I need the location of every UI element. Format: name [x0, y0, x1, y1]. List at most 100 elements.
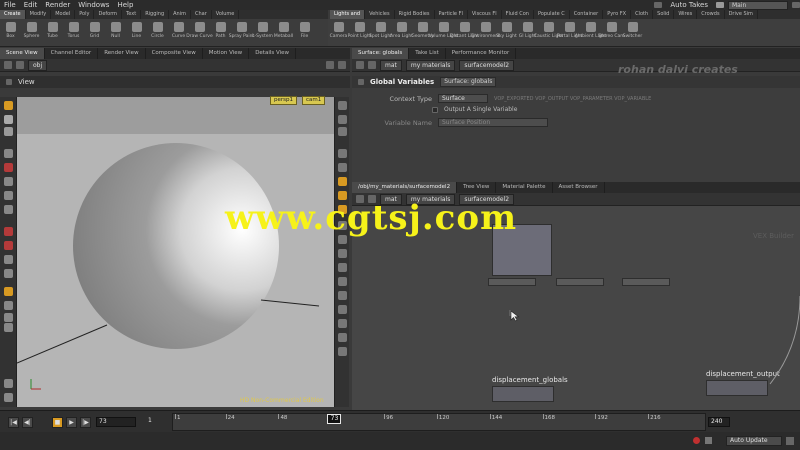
variable-name-select[interactable]: Surface Position	[438, 118, 548, 127]
tab-performance-monitor[interactable]: Performance Monitor	[446, 48, 517, 59]
tab-motion-view[interactable]: Motion View	[203, 48, 250, 59]
right-tool-icon[interactable]	[338, 163, 347, 172]
tab-tree-view[interactable]: Tree View	[457, 182, 497, 193]
node-placeholder-c[interactable]	[622, 278, 670, 286]
desktop-arrow-icon[interactable]	[792, 2, 800, 8]
path-segment-1[interactable]: my materials	[405, 59, 456, 71]
desktop-select[interactable]: Main	[728, 0, 788, 10]
tab-take-list[interactable]: Take List	[409, 48, 446, 59]
path-segment-0[interactable]: mat	[380, 59, 402, 71]
forward-icon[interactable]	[16, 61, 24, 69]
next-frame-button[interactable]: |▶	[80, 417, 91, 428]
sphere-geometry[interactable]	[73, 143, 279, 349]
tab-solid[interactable]: Solid	[653, 10, 675, 19]
tab-model[interactable]: Model	[51, 10, 76, 19]
tool-point-light[interactable]: Point Light	[348, 19, 371, 39]
tab-composite-view[interactable]: Composite View	[146, 48, 203, 59]
left-tool-icon[interactable]	[4, 163, 13, 172]
tab-details-view[interactable]: Details View	[249, 48, 297, 59]
left-tool-icon[interactable]	[4, 127, 13, 136]
right-tool-icon[interactable]	[338, 305, 347, 314]
tool-tube[interactable]: Tube	[42, 19, 63, 39]
menu-render[interactable]: Render	[41, 1, 74, 9]
tab-asset-browser[interactable]: Asset Browser	[553, 182, 605, 193]
menu-help[interactable]: Help	[113, 1, 137, 9]
tab-drive-sim[interactable]: Drive Sim	[725, 10, 758, 19]
left-tool-icon[interactable]	[4, 301, 13, 310]
output-single-checkbox[interactable]	[432, 106, 438, 113]
tab-particle-fl[interactable]: Particle Fl	[435, 10, 468, 19]
takes-icon[interactable]	[716, 2, 724, 8]
tool-metaball[interactable]: Metaball	[273, 19, 294, 39]
right-tool-icon[interactable]	[338, 249, 347, 258]
tab-populate-c[interactable]: Populate C	[534, 10, 570, 19]
start-frame-field[interactable]: 1	[146, 417, 168, 427]
tab-lights-and[interactable]: Lights and	[330, 10, 366, 19]
left-tool-icon[interactable]	[4, 205, 13, 214]
node-displacement-globals[interactable]: displacement_globals	[492, 376, 568, 402]
timeline-ruler[interactable]: 1 24 48 96 120 144 168 192 216 73	[172, 413, 706, 431]
right-tool-icon[interactable]	[338, 101, 347, 110]
left-tool-icon[interactable]	[4, 241, 13, 250]
left-tool-icon[interactable]	[4, 227, 13, 236]
tool-null[interactable]: Null	[105, 19, 126, 39]
path-segment-2[interactable]: surfacemodel2	[459, 59, 515, 71]
auto-takes-checkbox[interactable]	[654, 2, 663, 8]
tab-obj-my-materials-surfacemodel2[interactable]: /obj/my_materials/surfacemodel2	[352, 182, 458, 193]
right-tool-icon[interactable]	[338, 127, 347, 136]
pane-options-icon[interactable]	[338, 61, 346, 69]
back-icon[interactable]	[4, 61, 12, 69]
right-tool-icon[interactable]	[338, 149, 347, 158]
tab-deform[interactable]: Deform	[94, 10, 123, 19]
node-placeholder-b[interactable]	[556, 278, 604, 286]
tool-environment[interactable]: Environment	[471, 19, 500, 39]
pin-icon[interactable]	[326, 61, 334, 69]
menu-windows[interactable]: Windows	[74, 1, 113, 9]
tool-camera[interactable]: Camera	[328, 19, 349, 39]
left-tool-icon[interactable]	[4, 101, 13, 110]
tab-fluid-con[interactable]: Fluid Con	[502, 10, 534, 19]
tab-crowds[interactable]: Crowds	[697, 10, 725, 19]
tool-spray-paint[interactable]: Spray Paint	[229, 19, 254, 39]
tab-anim[interactable]: Anim	[169, 10, 191, 19]
tool-draw-curve[interactable]: Draw Curve	[186, 19, 213, 39]
camera2-menu[interactable]: cam1	[302, 96, 326, 105]
auto-update-select[interactable]: Auto Update	[726, 436, 782, 446]
tool-sky-light[interactable]: Sky Light	[496, 19, 517, 39]
left-tool-icon[interactable]	[4, 313, 13, 322]
right-tool-icon[interactable]	[338, 291, 347, 300]
camera-menu[interactable]: persp1	[270, 96, 297, 105]
play-button[interactable]: ▶	[66, 417, 77, 428]
tool-file[interactable]: File	[294, 19, 315, 39]
left-tool-icon[interactable]	[4, 287, 13, 296]
tab-channel-editor[interactable]: Channel Editor	[45, 48, 99, 59]
tab-create[interactable]: Create	[0, 10, 26, 19]
timeline-current-frame-marker[interactable]: 73	[327, 414, 342, 424]
tab-pyro-fx[interactable]: Pyro FX	[603, 10, 632, 19]
left-tool-icon[interactable]	[4, 379, 13, 388]
back-icon[interactable]	[356, 61, 364, 69]
right-tool-icon[interactable]	[338, 277, 347, 286]
prev-frame-button[interactable]: ◀|	[22, 417, 33, 428]
tool-torus[interactable]: Torus	[63, 19, 84, 39]
tool-switcher[interactable]: Switcher	[622, 19, 643, 39]
tab-render-view[interactable]: Render View	[98, 48, 146, 59]
left-tool-icon[interactable]	[4, 115, 13, 124]
menu-file[interactable]: File	[0, 1, 20, 9]
left-tool-icon[interactable]	[4, 149, 13, 158]
right-tool-icon[interactable]	[338, 319, 347, 328]
view-arrow-icon[interactable]	[6, 79, 12, 85]
node-displacement-output[interactable]: displacement_output	[706, 370, 780, 396]
tab-char[interactable]: Char	[191, 10, 212, 19]
tool-spot-light[interactable]: Spot Light	[369, 19, 392, 39]
tool-sphere[interactable]: Sphere	[21, 19, 42, 39]
forward-icon[interactable]	[368, 61, 376, 69]
right-tool-icon[interactable]	[338, 347, 347, 356]
left-tool-icon[interactable]	[4, 323, 13, 332]
tool-grid[interactable]: Grid	[84, 19, 105, 39]
right-tool-icon[interactable]	[338, 177, 347, 186]
tab-viscous-fl[interactable]: Viscous Fl	[468, 10, 502, 19]
tab-text[interactable]: Text	[122, 10, 142, 19]
right-tool-icon[interactable]	[338, 115, 347, 124]
tab-container[interactable]: Container	[570, 10, 604, 19]
